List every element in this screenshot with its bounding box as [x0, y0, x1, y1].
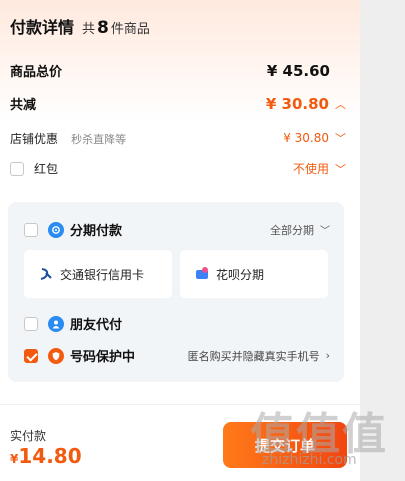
total-price-row: 商品总价 ¥ 45.60 [10, 61, 346, 81]
friend-pay-row[interactable]: 朋友代付 [24, 314, 330, 333]
huabei-label: 花呗分期 [216, 267, 265, 282]
installment-icon [48, 221, 64, 238]
discount-row[interactable]: 共减 ¥ 30.80 ︿ [10, 94, 346, 114]
shop-discount-subtitle: 秒杀直降等 [71, 133, 127, 146]
all-installments-text: 全部分期 [270, 223, 314, 237]
huabei-installment-option[interactable]: 花呗分期 [180, 250, 328, 298]
shop-discount-value: ¥ 30.80 [283, 130, 329, 145]
number-protection-desc: 匿名购买并隐藏真实手机号 [187, 349, 320, 363]
friend-pay-label: 朋友代付 [70, 318, 123, 333]
installment-checkbox[interactable] [24, 222, 38, 237]
number-protection-checkbox[interactable] [24, 348, 38, 363]
installment-row[interactable]: 分期付款 全部分期 ﹀ [24, 220, 330, 239]
all-installments-link[interactable]: 全部分期 ﹀ [270, 222, 330, 238]
red-packet-value: 不使用 [292, 162, 329, 176]
discount-value: ¥ 30.80 [265, 94, 329, 113]
red-packet-row[interactable]: 红包 不使用 ﹀ [10, 160, 346, 177]
number-protection-info[interactable]: 匿名购买并隐藏真实手机号 › [188, 348, 330, 364]
number-protection-row[interactable]: 号码保护中 匿名购买并隐藏真实手机号 › [24, 346, 330, 365]
friend-pay-checkbox[interactable] [24, 316, 38, 331]
payment-options-card: 分期付款 全部分期 ﹀ 交通银行信用卡 花呗分期 朋友代付 号码保护中 匿名购买… [8, 202, 344, 382]
installment-label: 分期付款 [70, 224, 123, 239]
total-price-label: 商品总价 [10, 65, 63, 80]
bocom-label: 交通银行信用卡 [60, 267, 145, 282]
user-icon [48, 315, 64, 332]
watermark-url: zhizhizhi.com [262, 452, 357, 468]
item-count: 8 [97, 18, 109, 38]
red-packet-label: 红包 [34, 162, 59, 176]
huabei-icon [196, 267, 208, 279]
discount-label: 共减 [10, 98, 37, 113]
title-text: 付款详情 [10, 18, 75, 37]
chevron-right-icon: › [325, 349, 330, 362]
bocom-icon [40, 268, 52, 280]
shop-discount-row[interactable]: 店铺优惠 秒杀直降等 ¥ 30.80 ﹀ [10, 128, 346, 147]
chevron-up-icon[interactable]: ︿ [335, 96, 346, 112]
chevron-down-icon: ﹀ [320, 226, 330, 237]
page-title: 付款详情 共 8 件商品 [10, 14, 150, 38]
count-suffix: 件商品 [110, 22, 150, 37]
paid-amount: ¥14.80 [10, 444, 82, 468]
paid-value: 14.80 [18, 444, 82, 468]
total-price-value: ¥ 45.60 [266, 61, 330, 80]
bocom-credit-card-option[interactable]: 交通银行信用卡 [24, 250, 172, 298]
chevron-down-icon[interactable]: ﹀ [335, 161, 346, 177]
count-prefix: 共 [82, 22, 96, 37]
number-protection-label: 号码保护中 [70, 350, 136, 365]
paid-label: 实付款 [10, 429, 47, 443]
chevron-down-icon[interactable]: ﹀ [335, 130, 346, 146]
shield-icon [48, 347, 64, 364]
shop-discount-label: 店铺优惠 [10, 132, 59, 146]
red-packet-checkbox[interactable] [10, 161, 24, 176]
